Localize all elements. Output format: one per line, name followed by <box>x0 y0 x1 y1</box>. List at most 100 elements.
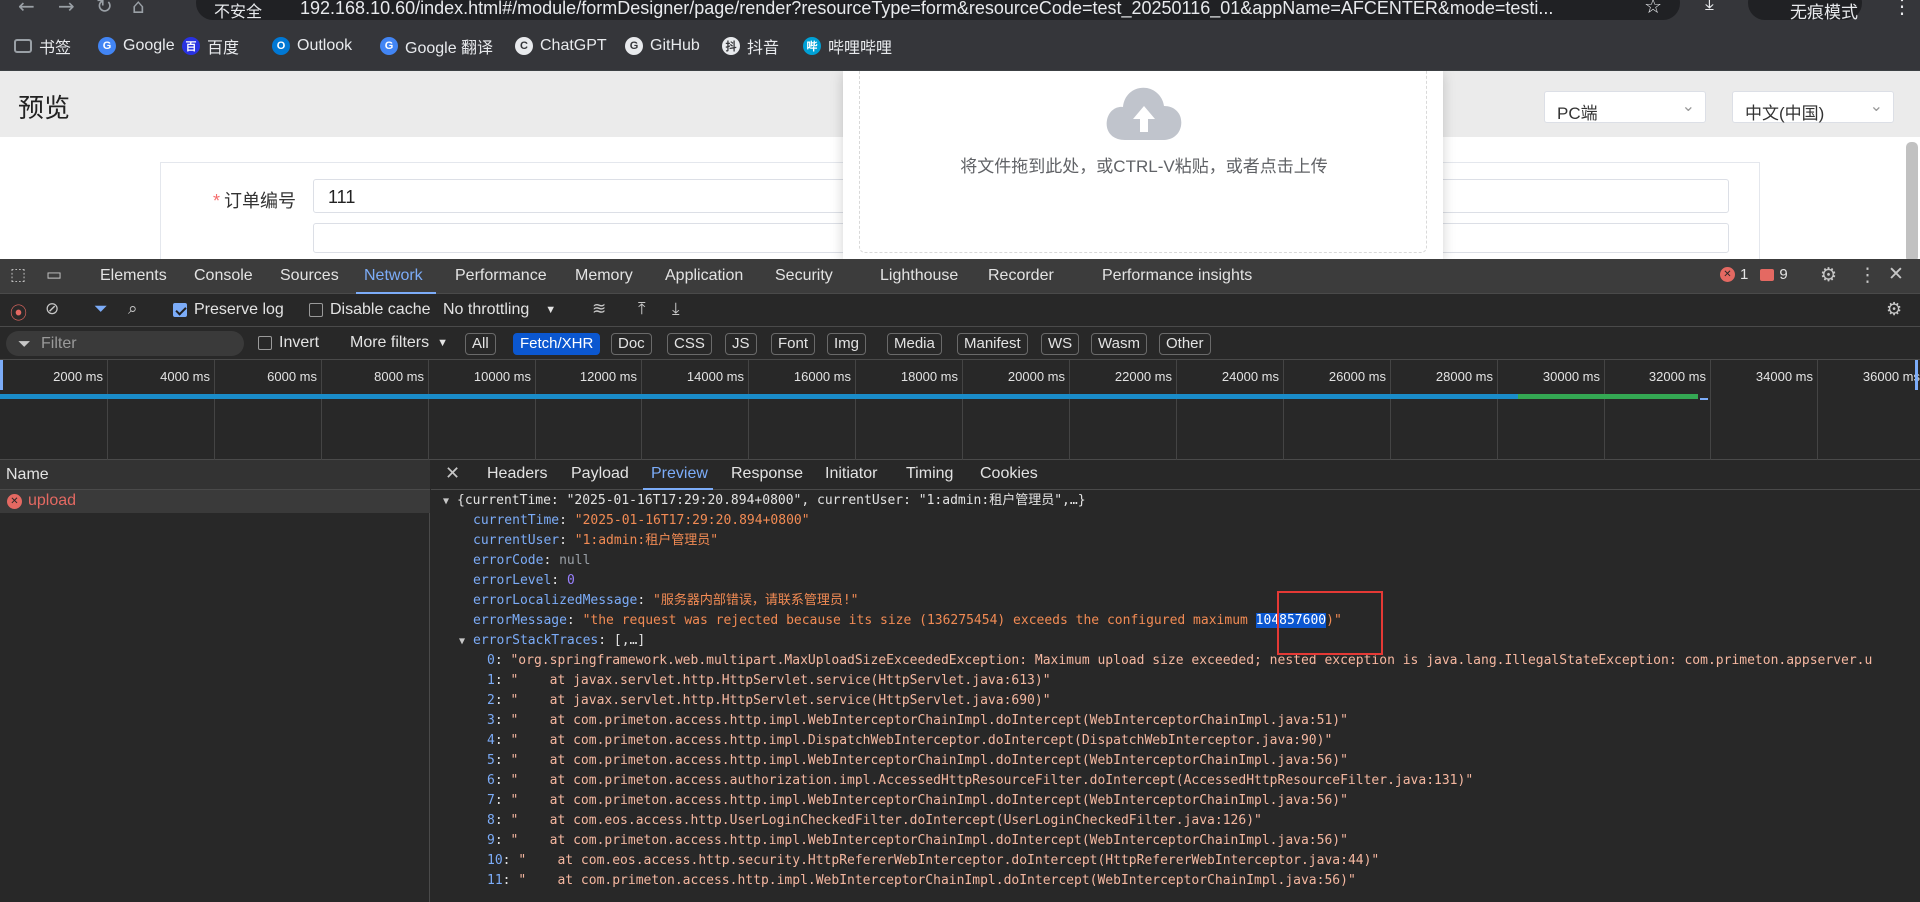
devtools-tab-recorder[interactable]: Recorder <box>988 267 1054 285</box>
filter-input[interactable]: ⏷ Filter <box>6 331 244 356</box>
stack-trace-row[interactable]: 3: " at com.primeton.access.http.impl.We… <box>487 711 1348 731</box>
close-icon[interactable]: ✕ <box>1888 263 1904 285</box>
json-row-errorLocalizedMessage[interactable]: errorLocalizedMessage: "服务器内部错误，请联系管理员!" <box>473 591 859 611</box>
json-row-errorStackTraces[interactable]: ▼ errorStackTraces: [,…] <box>459 631 645 651</box>
devtools-tab-sources[interactable]: Sources <box>280 267 339 285</box>
more-options-icon[interactable]: ⋮ <box>1858 264 1877 286</box>
gear-icon[interactable]: ⚙ <box>1820 264 1837 286</box>
network-settings-icon[interactable]: ⚙ <box>1886 299 1902 320</box>
type-filter-other[interactable]: Other <box>1159 333 1211 355</box>
devtools-tab-security[interactable]: Security <box>775 267 833 285</box>
json-row-errorLevel[interactable]: errorLevel: 0 <box>473 571 575 591</box>
filter-icon[interactable]: ⏷ <box>94 299 108 319</box>
devtools-tab-lighthouse[interactable]: Lighthouse <box>880 267 958 285</box>
bookmark-google[interactable]: G Google <box>98 35 175 57</box>
clear-icon[interactable]: ⊘ <box>45 299 59 319</box>
download-icon[interactable]: ⤓ <box>1705 0 1714 15</box>
network-conditions-icon[interactable]: ≋ <box>592 299 606 319</box>
detail-tab-headers[interactable]: Headers <box>487 465 547 483</box>
devtools-tab-performance-insights[interactable]: Performance insights <box>1102 267 1252 285</box>
stack-trace-row[interactable]: 1: " at javax.servlet.http.HttpServlet.s… <box>487 671 1051 691</box>
upload-har-icon[interactable]: ⤒ <box>638 299 646 319</box>
bookmark-bilibili[interactable]: 哔哔哩哔哩 <box>803 35 892 57</box>
devtools-tab-network[interactable]: Network <box>364 267 423 285</box>
stack-trace-row[interactable]: 11: " at com.primeton.access.http.impl.W… <box>487 871 1356 891</box>
stack-trace-row[interactable]: 6: " at com.primeton.access.authorizatio… <box>487 771 1473 791</box>
type-filter-img[interactable]: Img <box>827 333 867 355</box>
detail-tab-preview[interactable]: Preview <box>651 465 708 483</box>
type-filter-doc[interactable]: Doc <box>611 333 652 355</box>
stack-trace-row[interactable]: 4: " at com.primeton.access.http.impl.Di… <box>487 731 1332 751</box>
json-row-currentTime[interactable]: currentTime: "2025-01-16T17:29:20.894+08… <box>473 511 810 531</box>
security-warning[interactable]: 不安全 <box>214 0 262 22</box>
detail-tab-timing[interactable]: Timing <box>906 465 953 483</box>
preserve-log-checkbox[interactable]: Preserve log <box>173 301 284 319</box>
type-filter-font[interactable]: Font <box>771 333 816 355</box>
stack-trace-row[interactable]: 8: " at com.eos.access.http.UserLoginChe… <box>487 811 1262 831</box>
record-icon[interactable]: ⦿ <box>10 299 27 324</box>
json-root-row[interactable]: ▼ {currentTime: "2025-01-16T17:29:20.894+… <box>443 491 1086 511</box>
devtools-tab-application[interactable]: Application <box>665 267 743 285</box>
device-select[interactable]: PC端 ⌄ <box>1544 91 1706 123</box>
reload-icon[interactable]: ↻ <box>96 0 113 18</box>
detail-tab-payload[interactable]: Payload <box>571 465 629 483</box>
bookmark-translate[interactable]: G Google 翻译 <box>380 35 493 57</box>
request-row-upload[interactable]: ✕ upload <box>0 490 430 513</box>
json-row-errorCode[interactable]: errorCode: null <box>473 551 590 571</box>
detail-tab-initiator[interactable]: Initiator <box>825 465 877 483</box>
url-text[interactable]: 192.168.10.60/index.html#/module/formDes… <box>300 0 1600 19</box>
type-filter-wasm[interactable]: Wasm <box>1091 333 1147 355</box>
close-detail-icon[interactable]: ✕ <box>445 463 460 484</box>
detail-tab-response[interactable]: Response <box>731 465 803 483</box>
bookmark-star-icon[interactable]: ☆ <box>1644 0 1662 19</box>
upload-dropzone[interactable]: 将文件拖到此处，或CTRL-V粘贴，或者点击上传 <box>859 71 1427 253</box>
page-scrollbar[interactable] <box>1906 142 1918 259</box>
timeline-left-handle[interactable] <box>0 360 3 390</box>
incognito-profile[interactable]: 无痕模式 <box>1748 0 1862 22</box>
bookmark-baidu[interactable]: 百百度 <box>182 35 239 57</box>
devtools-tab-console[interactable]: Console <box>194 267 253 285</box>
stack-trace-row[interactable]: 7: " at com.primeton.access.http.impl.We… <box>487 791 1348 811</box>
more-filters-dropdown[interactable]: More filters ▼ <box>350 334 448 352</box>
network-timeline-overview[interactable]: 2000 ms 4000 ms 6000 ms 8000 ms 10000 ms 1200… <box>0 360 1920 460</box>
omnibox[interactable]: 不安全 192.168.10.60/index.html#/module/for… <box>196 0 1680 22</box>
bookmark-github[interactable]: G GitHub <box>625 35 700 57</box>
expand-triangle-icon[interactable]: ▼ <box>443 492 457 512</box>
type-filter-all[interactable]: All <box>465 333 496 355</box>
expand-triangle-icon[interactable]: ▼ <box>459 632 473 652</box>
language-select[interactable]: 中文(中国) ⌄ <box>1732 91 1894 123</box>
json-row-currentUser[interactable]: currentUser: "1:admin:租户管理员" <box>473 531 718 551</box>
devtools-tab-performance[interactable]: Performance <box>455 267 547 285</box>
name-column-header[interactable]: Name <box>0 460 430 490</box>
devtools-tab-memory[interactable]: Memory <box>575 267 633 285</box>
bookmark-douyin[interactable]: 抖抖音 <box>722 35 779 57</box>
bookmark-folder[interactable]: 书签 <box>14 35 71 57</box>
home-icon[interactable]: ⌂ <box>132 0 145 18</box>
bookmark-chatgpt[interactable]: C ChatGPT <box>515 35 607 57</box>
error-issue-counter[interactable]: ✕ 1 9 <box>1720 266 1788 283</box>
device-toolbar-icon[interactable]: ▭ <box>46 265 62 285</box>
disable-cache-checkbox[interactable]: Disable cache <box>309 301 431 319</box>
timeline-right-handle[interactable] <box>1915 360 1918 390</box>
bookmark-outlook[interactable]: O Outlook <box>272 35 352 57</box>
stack-trace-row[interactable]: 0: "org.springframework.web.multipart.Ma… <box>487 651 1872 671</box>
stack-trace-row[interactable]: 10: " at com.eos.access.http.security.Ht… <box>487 851 1379 871</box>
stack-trace-row[interactable]: 2: " at javax.servlet.http.HttpServlet.s… <box>487 691 1051 711</box>
invert-checkbox[interactable]: Invert <box>258 334 319 352</box>
back-icon[interactable]: ← <box>18 0 35 18</box>
type-filter-manifest[interactable]: Manifest <box>957 333 1028 355</box>
type-filter-js[interactable]: JS <box>725 333 757 355</box>
json-row-errorMessage[interactable]: errorMessage: "the request was rejected … <box>473 611 1342 631</box>
stack-trace-row[interactable]: 9: " at com.primeton.access.http.impl.We… <box>487 831 1348 851</box>
download-har-icon[interactable]: ⤓ <box>672 299 680 319</box>
search-icon[interactable]: ⌕ <box>128 299 138 319</box>
type-filter-ws[interactable]: WS <box>1041 333 1080 355</box>
detail-tab-cookies[interactable]: Cookies <box>980 465 1038 483</box>
type-filter-css[interactable]: CSS <box>667 333 712 355</box>
inspect-element-icon[interactable]: ⬚ <box>10 265 26 285</box>
type-filter-fetch-xhr[interactable]: Fetch/XHR <box>513 333 601 355</box>
devtools-tab-elements[interactable]: Elements <box>100 267 167 285</box>
throttling-select[interactable]: No throttling ▼ <box>443 301 556 319</box>
forward-icon[interactable]: → <box>58 0 75 18</box>
browser-menu-icon[interactable]: ⋮ <box>1892 0 1912 19</box>
